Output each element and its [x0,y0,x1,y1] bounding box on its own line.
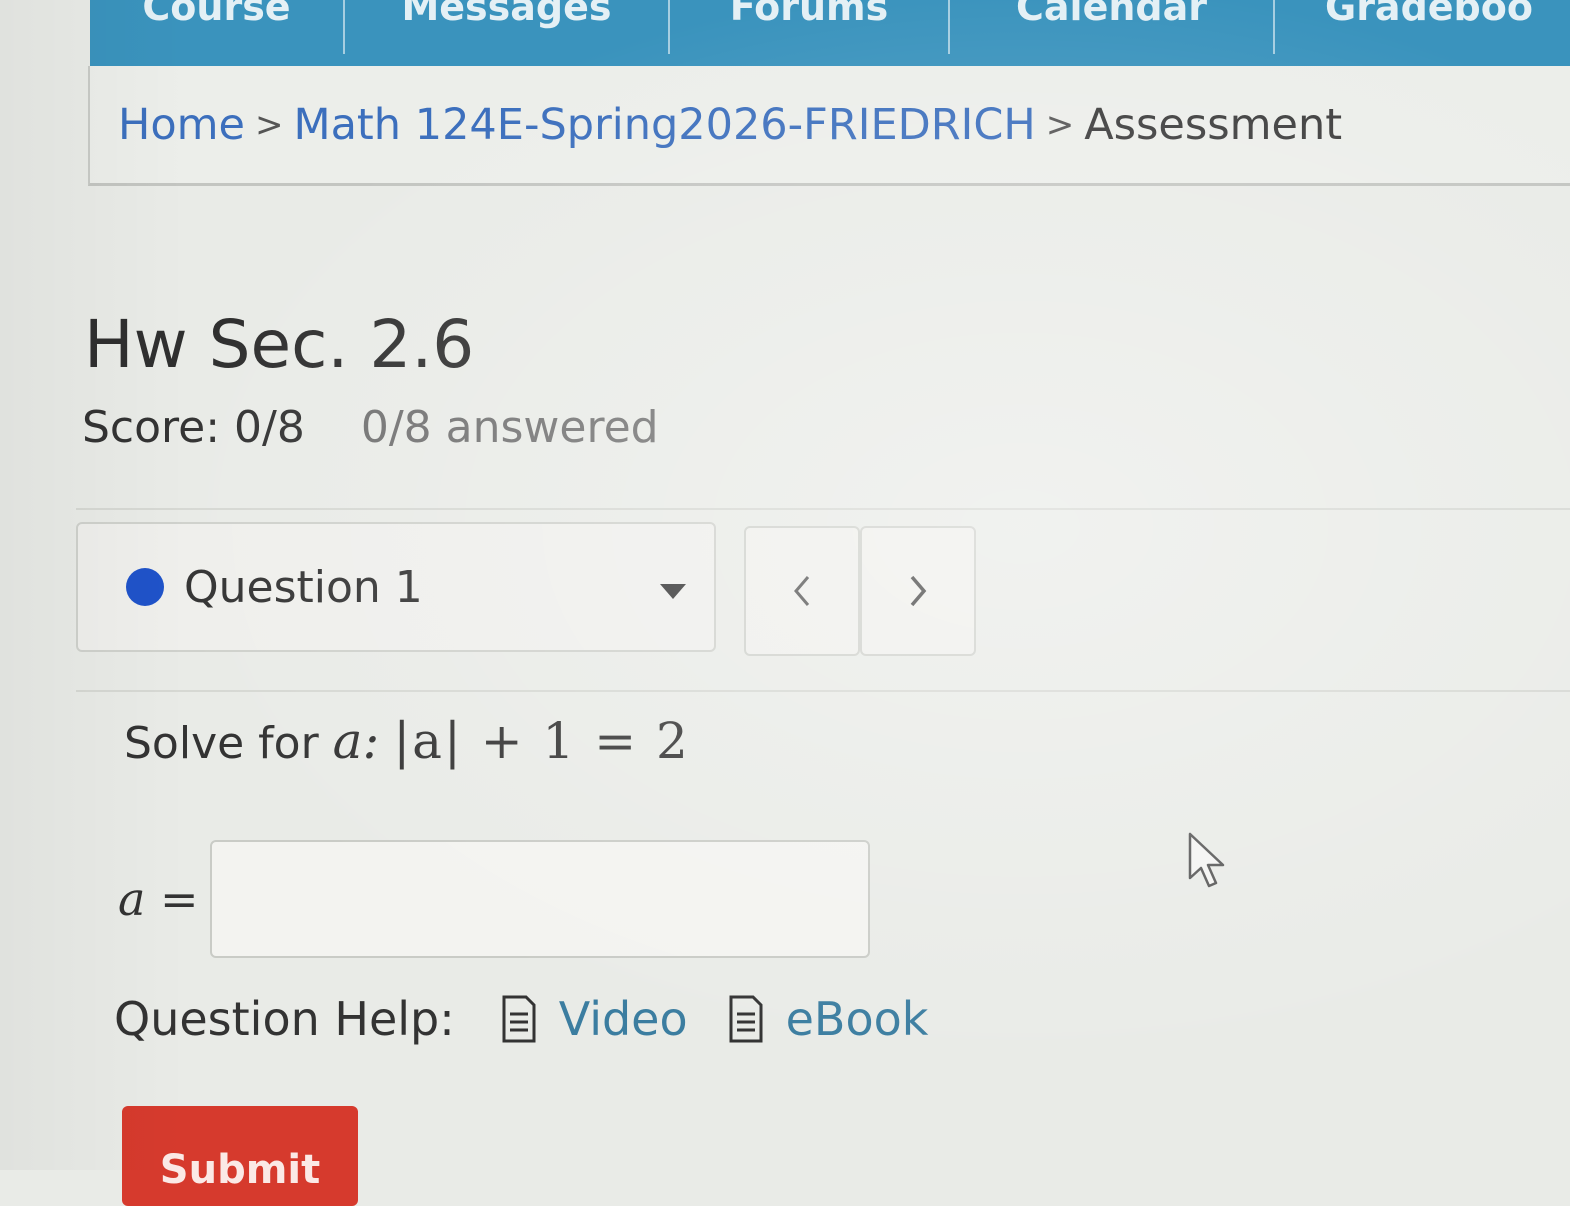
nav-tab-gradebook[interactable]: Gradeboo [1275,0,1570,54]
breadcrumb-course-link[interactable]: Math 124E-Spring2026-FRIEDRICH [293,100,1035,150]
question-help: Question Help: Video eBook [114,992,966,1046]
question-select-dropdown[interactable]: Question 1 [76,522,716,652]
answered-count: 0/8 answered [360,402,659,453]
breadcrumb-separator: > [254,104,284,145]
breadcrumb-current: Assessment [1084,99,1343,150]
question-prompt: Solve for a: |a| + 1 = 2 [124,712,690,770]
ebook-help-label: eBook [785,992,929,1046]
nav-tab-messages[interactable]: Messages [345,0,670,54]
page-title: Hw Sec. 2.6 [84,306,475,383]
answer-label: a = [118,872,199,926]
video-help-label: Video [558,992,688,1046]
document-icon [729,995,763,1043]
answer-row: a = [118,840,870,958]
chevron-left-icon [794,576,810,606]
nav-tab-course[interactable]: Course [90,0,345,54]
breadcrumb: Home > Math 124E-Spring2026-FRIEDRICH > … [88,66,1570,186]
nav-tab-forums[interactable]: Forums [670,0,950,54]
score-text: Score: 0/8 [82,402,305,453]
document-icon [502,995,536,1043]
question-equation: |a| + 1 = 2 [393,712,690,770]
top-navigation: Course Messages Forums Calendar Gradeboo [90,0,1570,72]
answer-input[interactable] [210,840,870,958]
previous-question-button[interactable] [744,526,860,656]
question-toolbar: Question 1 [76,508,1570,692]
next-question-button[interactable] [860,526,976,656]
submit-button[interactable]: Submit [122,1106,358,1206]
breadcrumb-home-link[interactable]: Home [118,100,245,150]
mouse-cursor-icon [1188,832,1225,888]
question-prompt-text: Solve for [124,718,319,769]
video-help-link[interactable]: Video [499,992,688,1046]
caret-down-icon [660,584,686,599]
question-status-dot [126,568,164,606]
ebook-help-link[interactable]: eBook [726,992,929,1046]
breadcrumb-separator: > [1045,104,1075,145]
chevron-right-icon [910,575,927,607]
question-select-label: Question 1 [184,562,423,613]
score-row: Score: 0/8 0/8 answered [82,402,659,453]
nav-tab-calendar[interactable]: Calendar [950,0,1275,54]
question-variable: a: [332,712,380,770]
question-help-label: Question Help: [114,992,455,1046]
